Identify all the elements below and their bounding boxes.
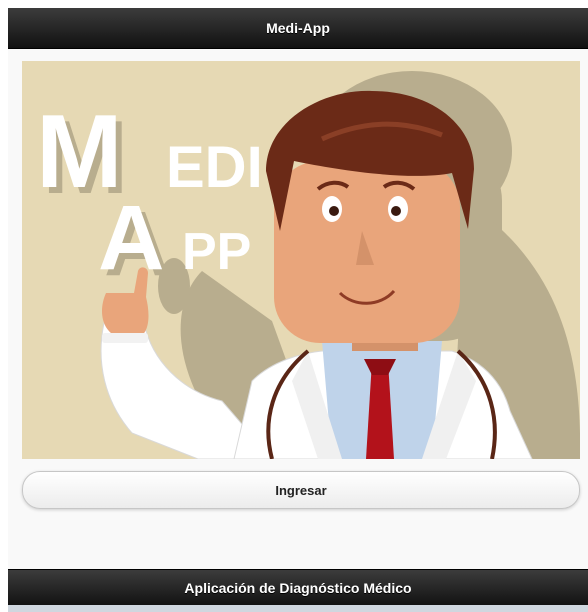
footer-text: Aplicación de Diagnóstico Médico [184,580,412,596]
footer-strip [8,605,588,612]
app-frame: Medi-App M M EDI A A PP Ingresar Aplicac… [8,8,588,612]
hero-image: M M EDI A A PP [22,61,580,459]
logo-pp: PP [182,223,251,281]
main-content: M M EDI A A PP Ingresar [8,49,588,569]
doctor-head [266,90,474,351]
app-footer: Aplicación de Diagnóstico Médico [8,569,588,606]
logo-edi: EDI [166,135,263,200]
window-left-edge [0,0,8,612]
header-title: Medi-App [266,20,330,36]
logo-a: A [98,187,164,289]
doctor-illustration: M M EDI A A PP [22,61,580,459]
window-top-edge [0,0,588,8]
enter-button[interactable]: Ingresar [22,471,580,509]
app-header: Medi-App [8,8,588,49]
